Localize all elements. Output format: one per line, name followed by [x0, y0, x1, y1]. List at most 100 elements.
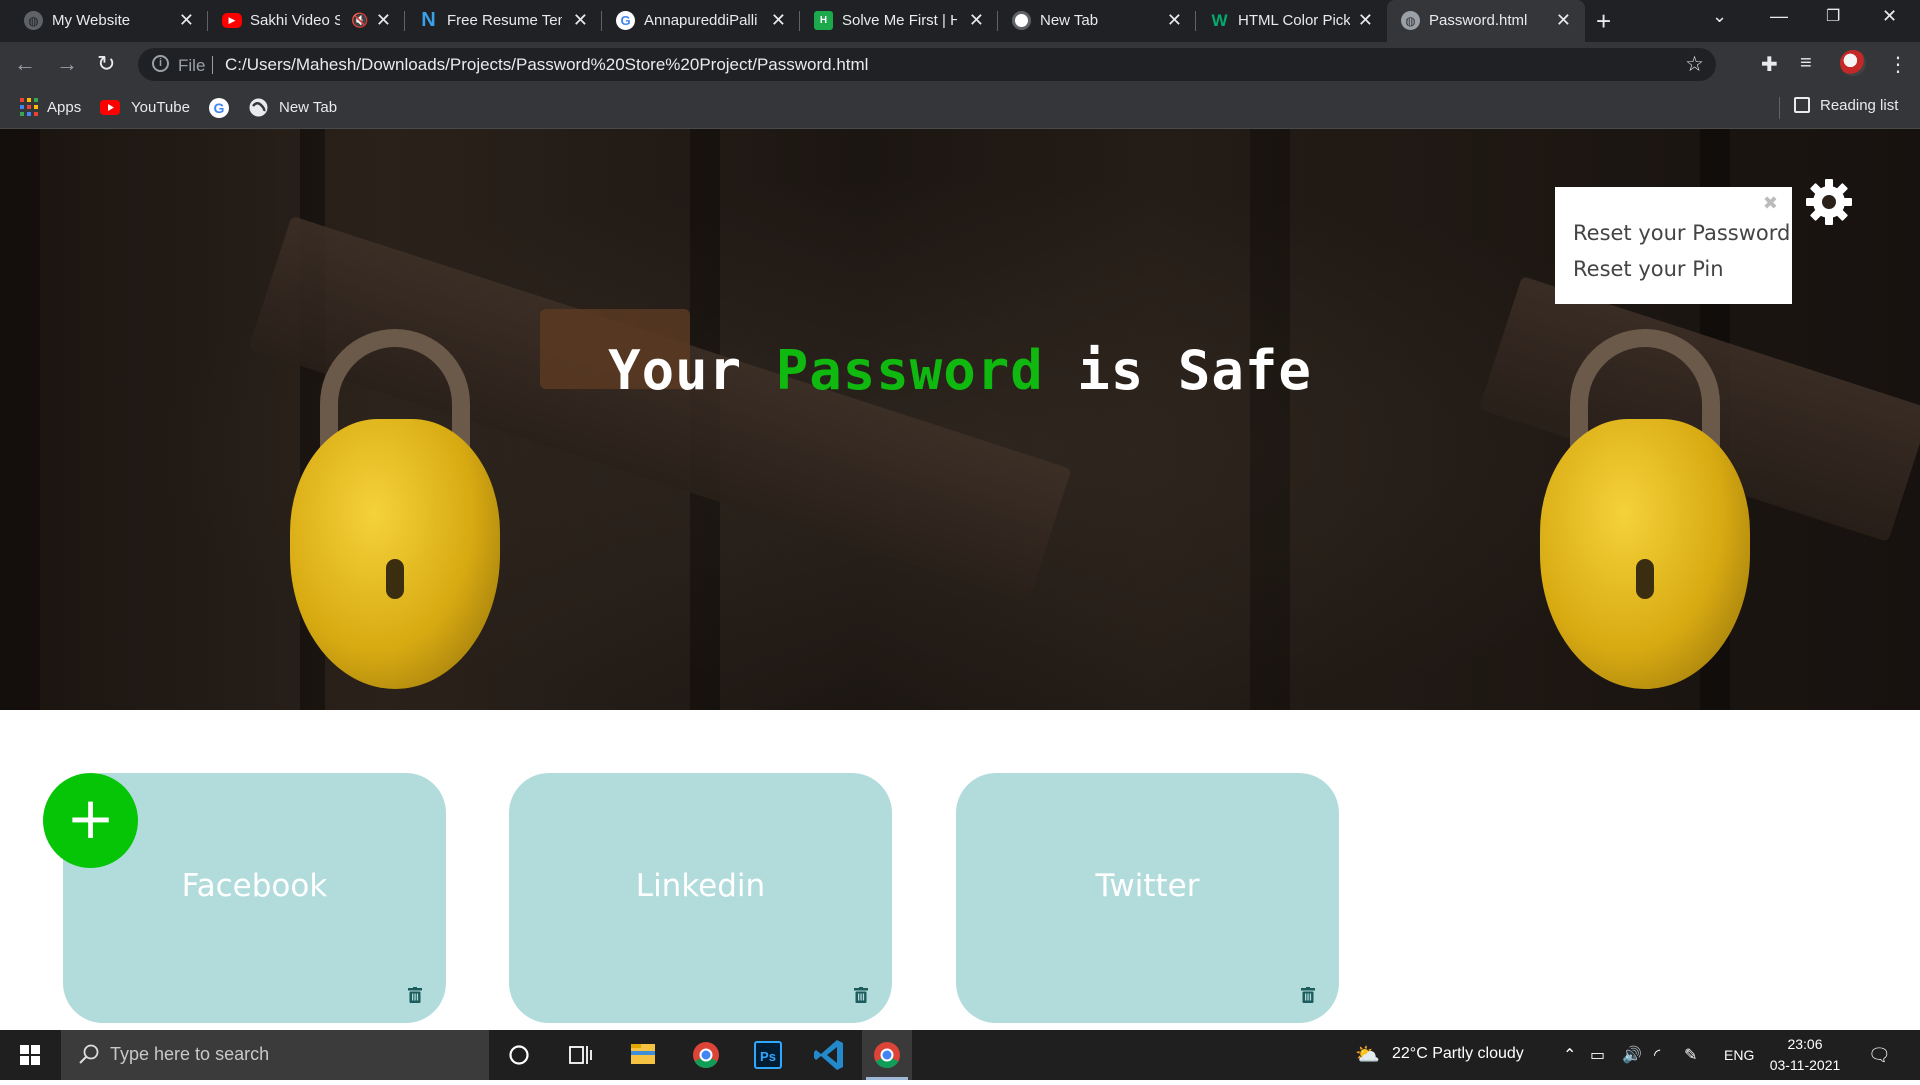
clock-time: 23:06 [1787, 1036, 1823, 1052]
chevron-up-icon[interactable]: ⌃ [1563, 1045, 1576, 1065]
reload-button[interactable]: ↻ [97, 51, 115, 77]
close-icon[interactable]: ✕ [969, 10, 984, 31]
bookmark-new-tab[interactable]: New Tab [279, 99, 337, 116]
globe-icon: ◍ [24, 11, 43, 30]
task-view-icon[interactable] [555, 1030, 605, 1080]
globe-icon: ◍ [1401, 11, 1420, 30]
battery-icon[interactable]: ▭ [1590, 1045, 1605, 1065]
tab-title: Solve Me First | H [842, 12, 957, 29]
file-explorer-icon[interactable] [618, 1030, 668, 1080]
youtube-icon [100, 100, 120, 115]
trash-icon[interactable] [854, 987, 868, 1003]
clock[interactable]: 23:06 03-11-2021 [1760, 1034, 1850, 1076]
tab-html-color-picker[interactable]: W HTML Color Picke ✕ [1196, 0, 1387, 42]
weather-cloud-icon[interactable]: ⛅ [1355, 1042, 1380, 1067]
new-tab-button[interactable]: + [1596, 6, 1611, 37]
divider [212, 56, 213, 74]
avatar[interactable] [1840, 50, 1866, 76]
keyhole [1636, 559, 1654, 599]
forward-button[interactable]: → [56, 51, 78, 77]
language-indicator[interactable]: ENG [1724, 1047, 1754, 1063]
mute-icon[interactable]: 🔇 [351, 12, 368, 29]
tab-sakhi-video[interactable]: ▶ Sakhi Video S 🔇 ✕ [208, 0, 405, 42]
google-icon[interactable]: G [209, 98, 229, 118]
tab-password-html[interactable]: ◍ Password.html ✕ [1387, 0, 1585, 42]
reset-password-option[interactable]: Reset your Password [1573, 221, 1790, 245]
close-icon[interactable]: ✕ [573, 10, 588, 31]
windows-start-icon[interactable] [20, 1045, 40, 1065]
minimize-button[interactable]: — [1770, 6, 1788, 27]
close-icon[interactable]: ✕ [771, 10, 786, 31]
bookmark-apps[interactable]: Apps [47, 99, 81, 116]
back-button[interactable]: ← [14, 51, 36, 77]
search-icon [79, 1044, 99, 1064]
tab-strip: ◍ My Website ✕ ▶ Sakhi Video S 🔇 ✕ N Fre… [0, 0, 1920, 42]
chrome-icon[interactable] [681, 1030, 731, 1080]
search-placeholder: Type here to search [110, 1044, 270, 1064]
pen-icon[interactable]: ✎ [1684, 1045, 1697, 1065]
gear-icon[interactable] [1804, 177, 1854, 227]
close-icon[interactable]: ✕ [179, 10, 194, 31]
tab-my-website[interactable]: ◍ My Website ✕ [10, 0, 208, 42]
close-icon[interactable]: ✕ [1556, 10, 1571, 31]
bookmark-star-icon[interactable]: ☆ [1685, 52, 1704, 77]
cortana-icon[interactable] [494, 1030, 544, 1080]
tab-new-tab[interactable]: New Tab ✕ [998, 0, 1196, 42]
title-part: Your [608, 339, 743, 402]
close-icon[interactable]: ✕ [1358, 10, 1373, 31]
tab-title: Sakhi Video S [250, 12, 340, 29]
reset-pin-option[interactable]: Reset your Pin [1573, 257, 1724, 281]
info-icon[interactable]: i [152, 55, 169, 72]
page-content: Your Password is Safe ✖ Reset your Passw… [0, 129, 1920, 1030]
title-part: is Safe [1077, 339, 1312, 402]
password-card-linkedin[interactable]: Linkedin [509, 773, 892, 1023]
tab-search-chevron-icon[interactable]: ⌄ [1712, 6, 1727, 27]
chrome-active-app[interactable] [862, 1030, 912, 1080]
trash-icon[interactable] [408, 987, 422, 1003]
tab-title: HTML Color Picke [1238, 12, 1350, 29]
volume-icon[interactable]: 🔊 [1622, 1045, 1642, 1065]
svg-text:Ps: Ps [760, 1049, 776, 1064]
weather-text[interactable]: 22°C Partly cloudy [1392, 1045, 1524, 1063]
menu-kebab-icon[interactable]: ⋮ [1888, 52, 1908, 77]
bookmark-youtube[interactable]: YouTube [131, 99, 190, 116]
tab-title: AnnapureddiPalli [644, 12, 758, 29]
close-window-button[interactable]: ✕ [1882, 6, 1897, 27]
apps-grid-icon [20, 98, 38, 116]
trash-icon[interactable] [1301, 987, 1315, 1003]
extensions-puzzle-icon[interactable]: ✚ [1761, 52, 1778, 77]
wifi-icon[interactable]: ◜ [1654, 1045, 1660, 1065]
bookmarks-bar: Apps YouTube G New Tab Reading list [0, 87, 1920, 129]
add-password-button[interactable]: + [43, 773, 138, 868]
tab-annapureddi[interactable]: G AnnapureddiPalli ✕ [602, 0, 800, 42]
scheme-label: File [178, 56, 206, 75]
restore-button[interactable]: ❐ [1826, 6, 1840, 26]
vscode-icon[interactable] [805, 1030, 855, 1080]
taskbar-search-box[interactable]: Type here to search [61, 1030, 489, 1080]
close-icon[interactable]: ✕ [1167, 10, 1182, 31]
padlock-icon [290, 419, 500, 689]
chrome-icon [874, 1042, 900, 1069]
page-title: Your Password is Safe [0, 339, 1920, 402]
password-card-twitter[interactable]: Twitter [956, 773, 1339, 1023]
tab-solve-me-first[interactable]: H Solve Me First | H ✕ [800, 0, 998, 42]
card-label: Facebook [181, 868, 328, 904]
chrome-icon [1012, 11, 1031, 30]
close-icon[interactable]: ✖ [1763, 193, 1778, 214]
photoshop-icon[interactable]: Ps [743, 1030, 793, 1080]
wood-plank [0, 129, 40, 710]
tab-title: New Tab [1040, 12, 1099, 29]
windows-taskbar: Type here to search Ps ⛅ 22°C Partly clo… [0, 1030, 1920, 1080]
tab-title: Password.html [1429, 12, 1528, 29]
reading-list-button[interactable]: Reading list [1794, 97, 1898, 114]
google-icon: G [616, 11, 635, 30]
media-control-icon[interactable]: ≡ [1800, 52, 1812, 75]
svg-text:G: G [214, 100, 225, 116]
close-icon[interactable]: ✕ [376, 10, 391, 31]
address-bar[interactable]: i File C:/Users/Mahesh/Downloads/Project… [138, 48, 1716, 81]
browser-toolbar: ← → ↻ i File C:/Users/Mahesh/Downloads/P… [0, 42, 1920, 87]
notification-icon[interactable]: 🗨 [1868, 1045, 1891, 1066]
url-text[interactable]: C:/Users/Mahesh/Downloads/Projects/Passw… [225, 55, 868, 75]
reading-list-label: Reading list [1820, 97, 1899, 114]
tab-free-resume[interactable]: N Free Resume Tem ✕ [405, 0, 602, 42]
